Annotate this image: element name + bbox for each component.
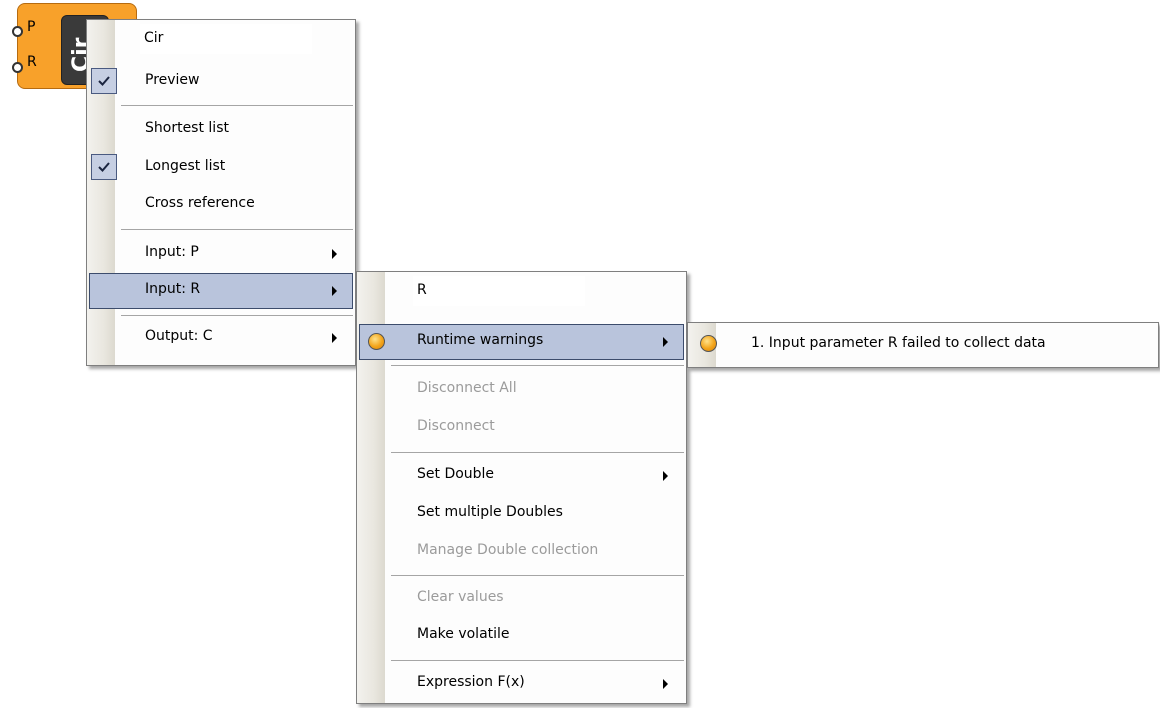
submenu-arrow-icon (663, 337, 668, 347)
menu-item-set-multiple-doubles[interactable]: Set multiple Doubles (359, 496, 684, 532)
menu-separator (391, 575, 684, 576)
warning-list-item[interactable]: 1. Input parameter R failed to collect d… (690, 327, 1156, 363)
menu-item-runtime-warnings[interactable]: Runtime warnings (359, 324, 684, 360)
menu-item-make-volatile[interactable]: Make volatile (359, 618, 684, 654)
input-pin-r: R (27, 54, 37, 70)
menu-item-disconnect-all[interactable]: Disconnect All (359, 372, 684, 408)
runtime-warnings-submenu: 1. Input parameter R failed to collect d… (687, 322, 1159, 368)
submenu-arrow-icon (332, 333, 337, 343)
menu-item-longest-list[interactable]: Longest list (89, 150, 353, 186)
submenu-arrow-icon (332, 286, 337, 296)
menu-item-expression-fx[interactable]: Expression F(x) (359, 666, 684, 702)
component-name-field[interactable]: Cir (140, 24, 312, 54)
warning-dot-icon (700, 335, 717, 352)
menu-item-set-double[interactable]: Set Double (359, 458, 684, 494)
menu-item-input-r[interactable]: Input: R (89, 273, 353, 309)
menu-separator (121, 229, 353, 230)
menu-item-preview[interactable]: Preview (89, 64, 353, 100)
menu-item-output-c[interactable]: Output: C (89, 320, 353, 356)
component-context-menu: Cir Preview Shortest list Longest list C… (86, 19, 356, 366)
menu-item-cross-reference[interactable]: Cross reference (89, 187, 353, 223)
check-icon (91, 154, 117, 180)
input-grip-p-icon[interactable] (12, 26, 23, 37)
menu-item-shortest-list[interactable]: Shortest list (89, 112, 353, 148)
input-pin-p: P (27, 19, 36, 35)
menu-separator (121, 315, 353, 316)
submenu-arrow-icon (663, 471, 668, 481)
menu-separator (391, 365, 684, 366)
parameter-r-submenu: R Runtime warnings Disconnect All Discon… (356, 271, 687, 704)
submenu-arrow-icon (663, 679, 668, 689)
input-grip-r-icon[interactable] (12, 62, 23, 73)
menu-separator (391, 452, 684, 453)
menu-item-clear-values[interactable]: Clear values (359, 581, 684, 617)
menu-item-manage-double-collection[interactable]: Manage Double collection (359, 534, 684, 570)
submenu-arrow-icon (332, 249, 337, 259)
parameter-name-field[interactable]: R (413, 276, 585, 306)
menu-separator (391, 660, 684, 661)
menu-item-disconnect[interactable]: Disconnect (359, 410, 684, 446)
check-icon (91, 68, 117, 94)
menu-item-input-p[interactable]: Input: P (89, 236, 353, 272)
warning-dot-icon (368, 333, 385, 350)
menu-separator (121, 105, 353, 106)
